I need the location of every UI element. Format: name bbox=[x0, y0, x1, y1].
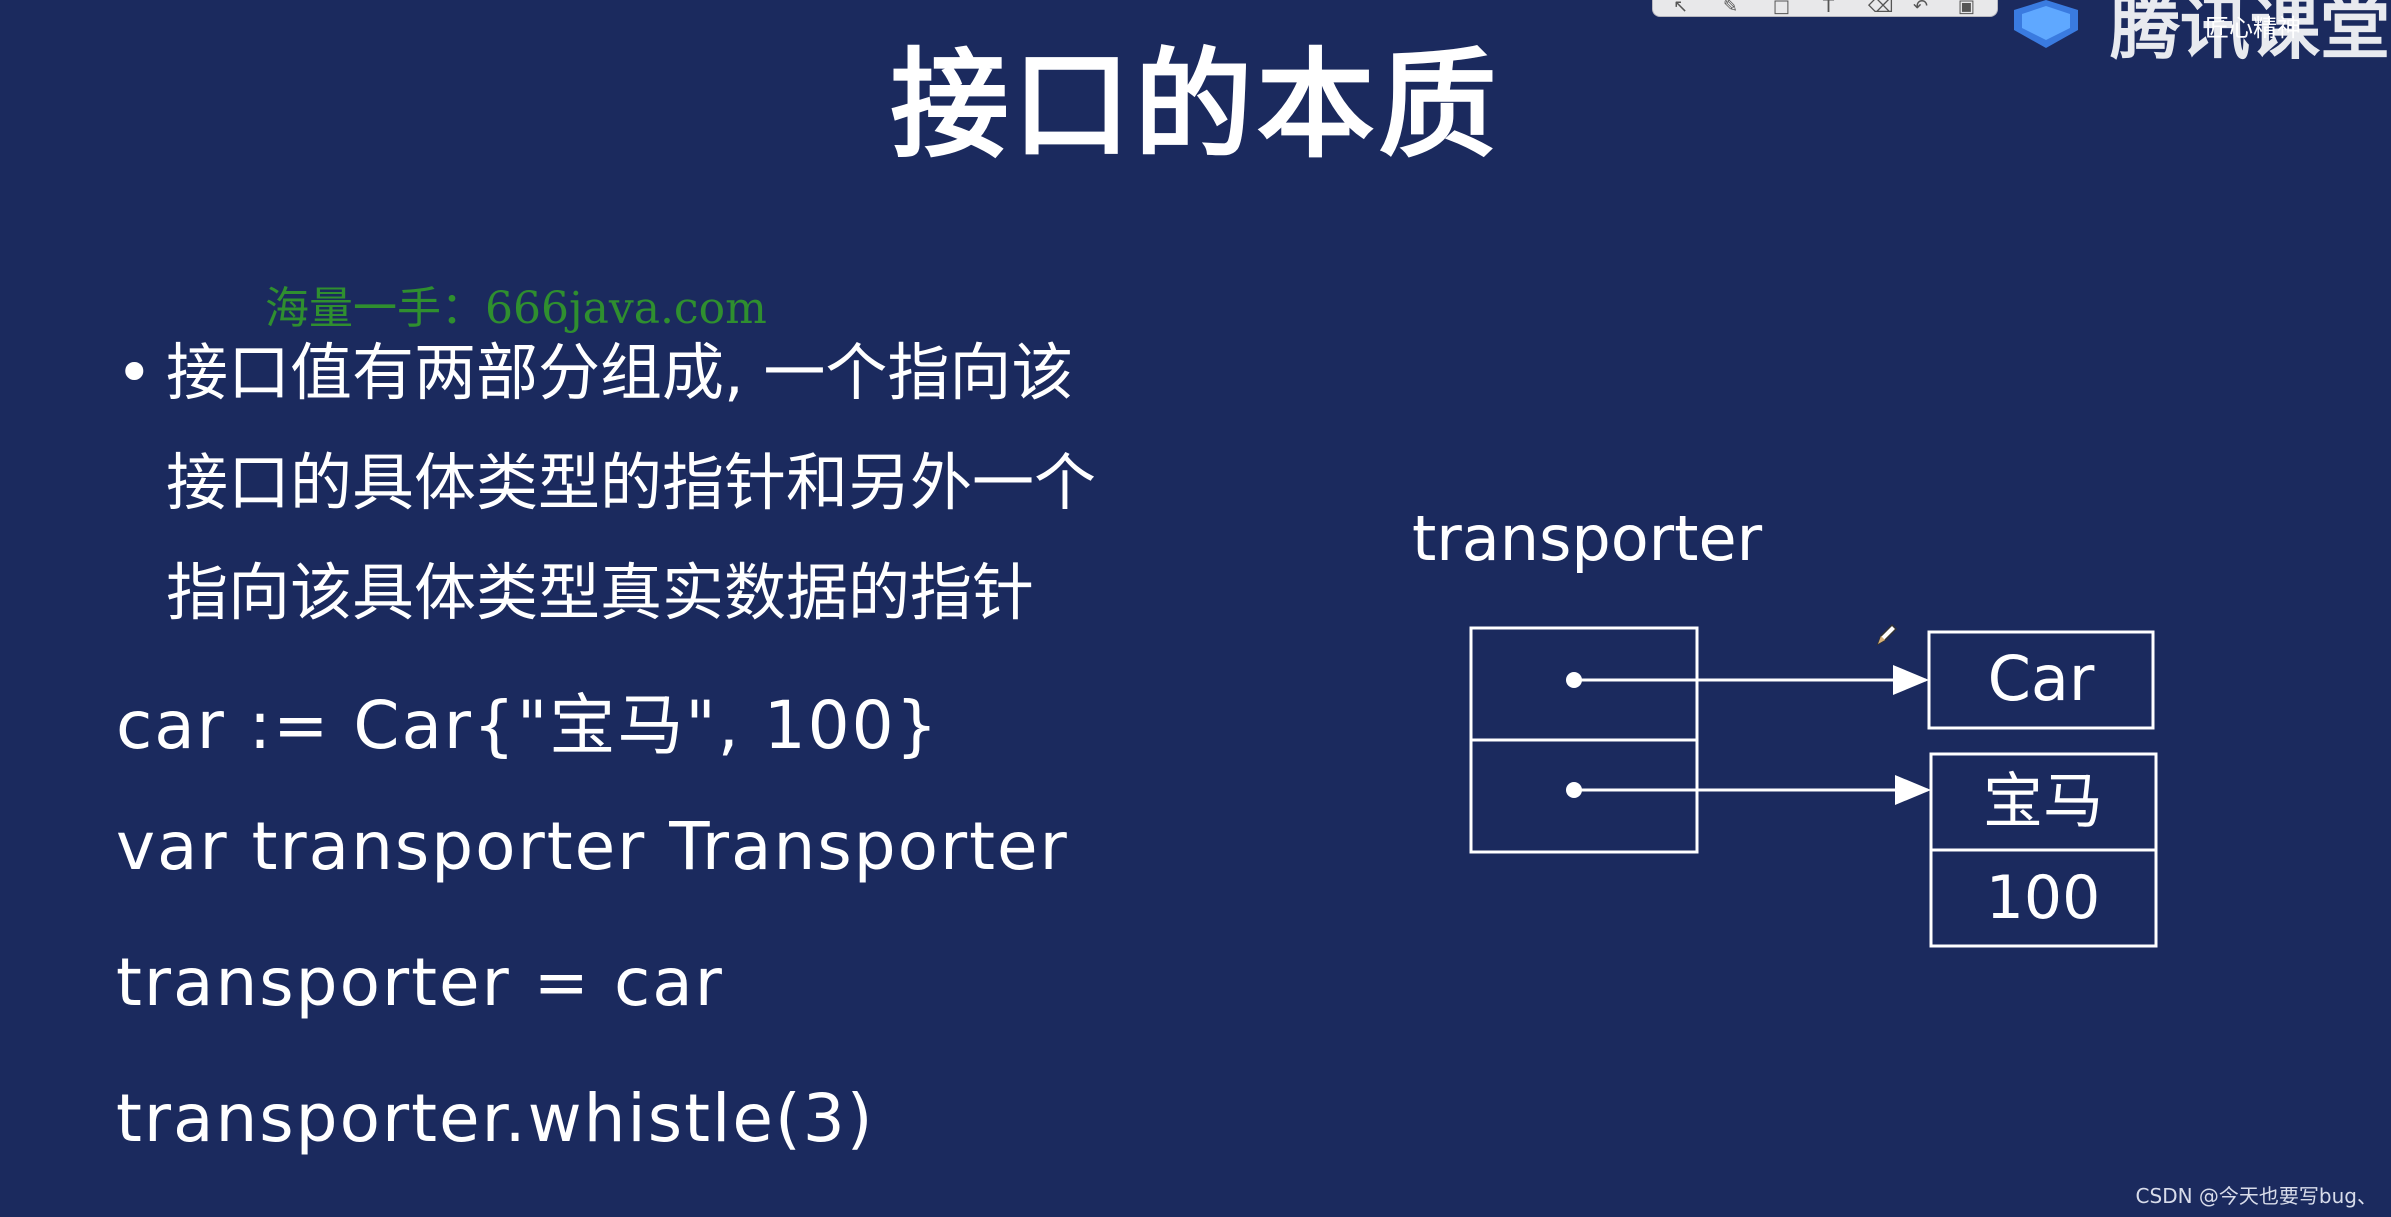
type-box-label: Car bbox=[1988, 642, 2095, 715]
pencil-cursor-icon bbox=[1876, 623, 1898, 646]
type-pointer-cell bbox=[1469, 626, 1699, 742]
variable-label: transporter bbox=[1412, 502, 1763, 575]
interface-diagram: transporter Car 宝马 100 bbox=[1412, 502, 2158, 948]
data-field-value: 宝马 bbox=[1983, 767, 2103, 837]
footer-credit: CSDN @今天也要写bug、 bbox=[2135, 1184, 2377, 1208]
data-field-value: 100 bbox=[1986, 863, 2101, 933]
data-pointer-cell bbox=[1469, 738, 1699, 854]
